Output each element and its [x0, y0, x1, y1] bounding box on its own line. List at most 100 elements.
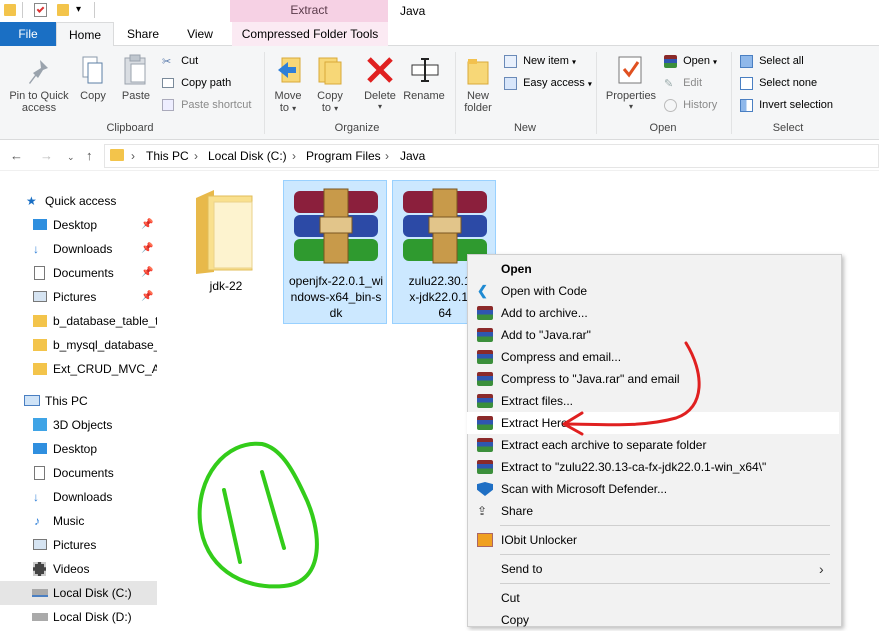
copy-button[interactable]: Copy: [74, 90, 112, 102]
menu-item-extract-files[interactable]: Extract files...: [467, 390, 842, 412]
copy-to-button[interactable]: Copy to ▾: [310, 90, 350, 114]
menu-item-add-to-java-rar[interactable]: Add to "Java.rar": [467, 324, 842, 346]
tab-home[interactable]: Home: [56, 22, 114, 47]
group-separator: [731, 52, 732, 134]
nav-item-folder[interactable]: b_mysql_database_t: [0, 333, 157, 357]
nav-item-downloads[interactable]: ↓ Downloads: [0, 485, 157, 509]
breadcrumb-local-disk[interactable]: Local Disk (C:): [208, 149, 287, 163]
nav-this-pc[interactable]: This PC: [0, 389, 157, 413]
properties-quick-icon[interactable]: [34, 3, 47, 17]
menu-item-open-with-code[interactable]: ❮ Open with Code: [467, 280, 842, 302]
menu-item-copy[interactable]: Copy: [467, 609, 842, 631]
nav-quick-access[interactable]: ★ Quick access: [0, 189, 157, 213]
select-none-button[interactable]: Select none: [740, 77, 817, 90]
nav-item-label: Pictures: [53, 538, 97, 552]
menu-item-open[interactable]: Open: [467, 258, 842, 280]
breadcrumb-java[interactable]: Java: [400, 149, 425, 163]
winrar-archive-icon: [294, 188, 378, 264]
file-name-line: ndows-x64_bin-s: [290, 290, 382, 304]
winrar-icon: [477, 306, 493, 320]
tab-share[interactable]: Share: [118, 22, 168, 46]
star-icon: ★: [26, 194, 37, 208]
menu-item-add-to-archive[interactable]: Add to archive...: [467, 302, 842, 324]
move-to-button[interactable]: Move to ▾: [268, 90, 308, 114]
documents-icon: [34, 466, 45, 480]
new-folder-quick-icon[interactable]: [57, 4, 69, 16]
menu-item-compress-and-email[interactable]: Compress and email...: [467, 346, 842, 368]
nav-item-documents[interactable]: Documents 📌: [0, 261, 157, 285]
nav-item-desktop[interactable]: Desktop: [0, 437, 157, 461]
tab-compressed-folder-tools[interactable]: Compressed Folder Tools: [232, 22, 388, 46]
dropdown-arrow-icon: ▾: [292, 104, 297, 113]
menu-item-compress-to-java-rar-email[interactable]: Compress to "Java.rar" and email: [467, 368, 842, 390]
nav-item-local-disk-c[interactable]: Local Disk (C:): [0, 581, 157, 605]
cut-button[interactable]: ✂ Cut: [162, 55, 198, 68]
history-label: History: [683, 99, 718, 112]
tab-file[interactable]: File: [0, 22, 56, 46]
customize-quick-access-icon[interactable]: ▾: [76, 4, 81, 15]
nav-item-folder[interactable]: Ext_CRUD_MVC_AS: [0, 357, 157, 381]
nav-quick-access-label: Quick access: [45, 194, 117, 208]
nav-item-desktop[interactable]: Desktop 📌: [0, 213, 157, 237]
pin-icon: 📌: [141, 219, 154, 230]
pin-label-line2: access: [21, 102, 57, 114]
file-name: jdk-22: [209, 279, 243, 293]
paste-shortcut-button[interactable]: Paste shortcut: [162, 99, 251, 112]
delete-button[interactable]: Delete ▾: [358, 90, 402, 111]
history-button[interactable]: History: [664, 99, 717, 112]
rename-button[interactable]: Rename: [402, 90, 446, 102]
breadcrumb-this-pc[interactable]: This PC: [146, 149, 189, 163]
menu-item-send-to[interactable]: Send to ›: [467, 558, 842, 580]
nav-item-folder[interactable]: b_database_table_to: [0, 309, 157, 333]
up-arrow-icon[interactable]: ↑: [86, 148, 93, 163]
paste-button[interactable]: Paste: [116, 90, 156, 102]
film-icon: [33, 562, 46, 576]
open-button[interactable]: Open ▾: [664, 55, 717, 68]
nav-item-label: b_database_table_to: [53, 314, 157, 328]
move-to-label-2: to ▾: [268, 102, 308, 114]
menu-item-extract-here[interactable]: Extract Here: [467, 412, 839, 434]
tab-view[interactable]: View: [176, 22, 224, 46]
properties-button[interactable]: Properties ▾: [602, 90, 660, 111]
breadcrumb-program-files[interactable]: Program Files: [306, 149, 381, 163]
group-separator: [455, 52, 456, 134]
folder-icon: [4, 4, 16, 16]
move-to-icon: [276, 54, 302, 86]
nav-item-downloads[interactable]: ↓ Downloads 📌: [0, 237, 157, 261]
pin-to-quick-access-button[interactable]: Pin to Quick access: [4, 90, 74, 114]
menu-item-share[interactable]: ⇪ Share: [467, 500, 842, 522]
back-arrow-icon[interactable]: ←: [10, 148, 23, 163]
menu-item-extract-each-archive[interactable]: Extract each archive to separate folder: [467, 434, 842, 456]
window-title: Java: [400, 4, 426, 18]
edit-label: Edit: [683, 77, 703, 90]
edit-button[interactable]: ✎ Edit: [664, 77, 702, 90]
easy-access-button[interactable]: Easy access ▾: [504, 77, 592, 90]
nav-item-videos[interactable]: Videos: [0, 557, 157, 581]
nav-item-label: Documents: [53, 266, 114, 280]
menu-item-cut[interactable]: Cut: [467, 587, 842, 609]
file-item-folder[interactable]: jdk-22: [174, 180, 278, 324]
menu-item-extract-to-folder[interactable]: Extract to "zulu22.30.13-ca-fx-jdk22.0.1…: [467, 456, 842, 478]
menu-item-iobit-unlocker[interactable]: IObit Unlocker: [467, 529, 842, 551]
select-all-button[interactable]: Select all: [740, 55, 804, 68]
menu-item-scan-defender[interactable]: Scan with Microsoft Defender...: [467, 478, 842, 500]
copy-to-label: Copy: [317, 90, 343, 102]
copy-path-button[interactable]: Copy path: [162, 77, 231, 89]
recent-locations-icon[interactable]: ⌄: [67, 152, 75, 163]
new-folder-button[interactable]: New folder: [458, 90, 498, 114]
nav-item-pictures[interactable]: Pictures 📌: [0, 285, 157, 309]
nav-item-local-disk-d[interactable]: Local Disk (D:): [0, 605, 157, 629]
forward-arrow-icon[interactable]: →: [40, 148, 53, 163]
nav-item-3d-objects[interactable]: 3D Objects: [0, 413, 157, 437]
delete-icon: [366, 56, 394, 84]
copy-path-label: Copy path: [181, 77, 232, 89]
nav-item-pictures[interactable]: Pictures: [0, 533, 157, 557]
new-item-button[interactable]: New item ▾: [504, 55, 576, 68]
copy-to-icon: [317, 54, 343, 86]
dropdown-arrow-icon: ▾: [334, 104, 339, 113]
nav-item-documents[interactable]: Documents: [0, 461, 157, 485]
nav-item-music[interactable]: ♪ Music: [0, 509, 157, 533]
file-item-archive[interactable]: openjfx-22.0.1_wi ndows-x64_bin-s dk: [283, 180, 387, 324]
nav-item-label: Local Disk (C:): [53, 586, 132, 600]
invert-selection-button[interactable]: Invert selection: [740, 99, 833, 112]
